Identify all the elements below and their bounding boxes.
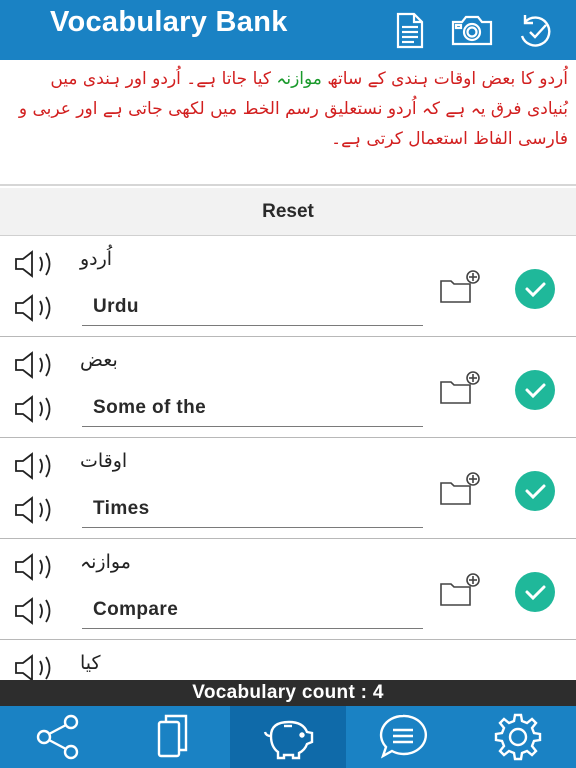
- piggy-bank-icon: [263, 720, 314, 760]
- speaker-icon[interactable]: [14, 496, 58, 524]
- urdu-word: موازنہ: [80, 551, 131, 573]
- urdu-passage: اُردو کا بعض اوقات ہندی کے ساتھ موازنہ ک…: [0, 62, 576, 186]
- add-folder-icon[interactable]: [438, 572, 482, 608]
- meaning-field[interactable]: Some of the: [82, 389, 423, 427]
- meaning-field[interactable]: Compare: [82, 591, 423, 629]
- vocabulary-entry: کیا: [0, 640, 576, 680]
- add-folder-icon[interactable]: [438, 471, 482, 507]
- camera-icon[interactable]: [450, 10, 494, 50]
- vocabulary-entry: موازنہ Compare: [0, 539, 576, 640]
- tab-chat[interactable]: [346, 706, 461, 768]
- vocabulary-list[interactable]: اُردو Urdu بعض Some of the اوقات Times م…: [0, 236, 576, 680]
- add-folder-icon[interactable]: [438, 370, 482, 406]
- share-icon: [36, 714, 78, 760]
- check-icon[interactable]: [515, 269, 555, 309]
- vocabulary-entry: اُردو Urdu: [0, 236, 576, 337]
- vocabulary-entry: اوقات Times: [0, 438, 576, 539]
- tab-vocabulary-bank[interactable]: [230, 706, 346, 768]
- passage-text[interactable]: اُردو کا بعض اوقات ہندی کے ساتھ: [327, 69, 568, 89]
- passage-highlight[interactable]: موازنہ: [276, 69, 322, 89]
- urdu-word: اوقات: [80, 450, 128, 472]
- check-icon[interactable]: [515, 471, 555, 511]
- speaker-icon[interactable]: [14, 452, 58, 480]
- settings-icon: [495, 713, 542, 761]
- urdu-word: اُردو: [80, 248, 113, 270]
- tab-settings[interactable]: [461, 706, 576, 768]
- urdu-word: بعض: [80, 349, 118, 371]
- speaker-icon[interactable]: [14, 250, 58, 278]
- speaker-icon[interactable]: [14, 294, 58, 322]
- speaker-icon[interactable]: [14, 654, 58, 680]
- speaker-icon[interactable]: [14, 395, 58, 423]
- speaker-icon[interactable]: [14, 351, 58, 379]
- speaker-icon[interactable]: [14, 553, 58, 581]
- chat-icon: [380, 714, 428, 759]
- page-title: Vocabulary Bank: [50, 6, 288, 38]
- copy-icon: [157, 714, 187, 758]
- meaning-field[interactable]: Times: [82, 490, 423, 528]
- add-folder-icon[interactable]: [438, 269, 482, 305]
- check-icon[interactable]: [515, 370, 555, 410]
- history-icon[interactable]: [512, 10, 556, 50]
- speaker-icon[interactable]: [14, 597, 58, 625]
- reset-button[interactable]: Reset: [0, 188, 576, 236]
- tab-bar: [0, 706, 576, 768]
- app-header: Vocabulary Bank: [0, 0, 576, 60]
- tab-share[interactable]: [0, 706, 115, 768]
- check-icon[interactable]: [515, 572, 555, 612]
- tab-copy[interactable]: [115, 706, 230, 768]
- vocabulary-count: Vocabulary count : 4: [0, 680, 576, 706]
- meaning-field[interactable]: Urdu: [82, 288, 423, 326]
- vocabulary-entry: بعض Some of the: [0, 337, 576, 438]
- urdu-word: کیا: [80, 652, 101, 674]
- document-icon[interactable]: [386, 10, 430, 50]
